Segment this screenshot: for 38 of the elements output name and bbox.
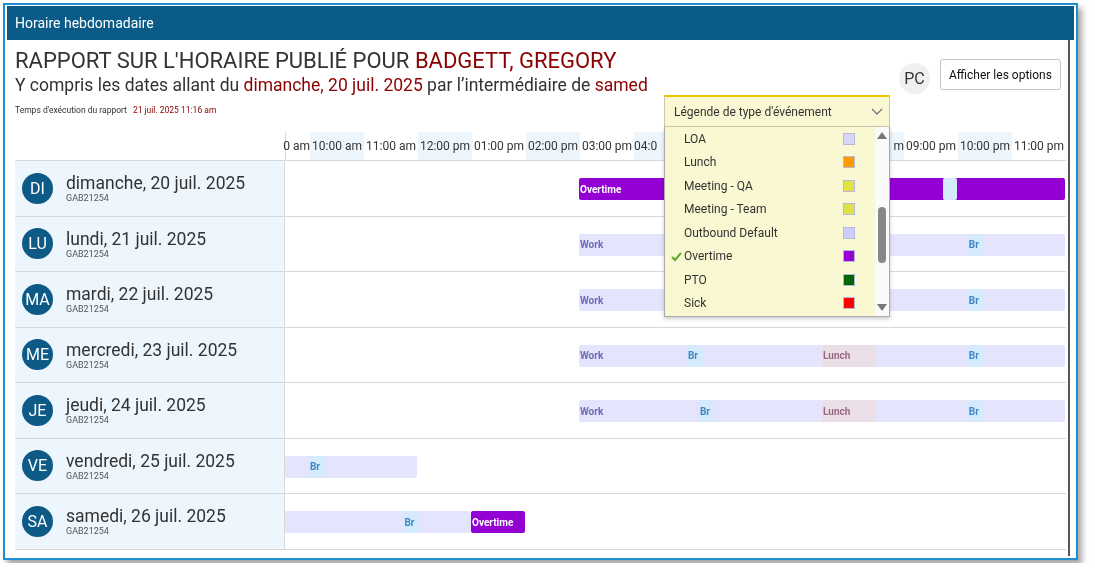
day-avatar: LU <box>22 228 53 260</box>
day-avatar: SA <box>22 505 53 537</box>
day-avatar: ME <box>22 339 53 371</box>
hour-label: 02:00 pm <box>527 139 579 153</box>
day-avatar: MA <box>22 283 53 315</box>
employee-code: GAB21254 <box>66 248 110 259</box>
hour-label: 10:00 pm <box>959 139 1011 153</box>
dropdown-label: Légende de type d'événement <box>674 104 832 119</box>
hour-label: 09:00 pm <box>905 139 957 153</box>
hour-label: 04:0 <box>634 139 658 153</box>
hour-label: 11:00 pm <box>1013 139 1065 153</box>
hour-label: 03:00 pm <box>581 139 633 153</box>
window-title: Horaire hebdomadaire <box>7 6 1074 40</box>
day-date: dimanche, 20 juil. 2025 <box>66 173 246 194</box>
employee-code: GAB21254 <box>66 359 110 370</box>
employee-code: GAB21254 <box>66 415 110 426</box>
hour-label: 0 am <box>283 139 310 153</box>
day-date: vendredi, 25 juil. 2025 <box>66 450 235 471</box>
employee-code: GAB21254 <box>66 526 110 537</box>
hour-label: 01:00 pm <box>473 139 525 153</box>
day-date: lundi, 21 juil. 2025 <box>66 228 207 249</box>
hour-label: m <box>893 139 904 153</box>
run-time-label: Temps d'exécution du rapport <box>15 105 127 115</box>
employee-code: GAB21254 <box>66 193 110 204</box>
hour-label: 12:00 pm <box>419 139 471 153</box>
hour-label: 11:00 am <box>366 139 416 153</box>
run-time-value: 21 juil. 2025 11:16 am <box>132 105 217 115</box>
day-avatar: VE <box>22 450 53 482</box>
day-date: samedi, 26 juil. 2025 <box>66 506 226 527</box>
hour-label: 10:00 am <box>312 139 362 153</box>
report-subtitle: Y compris les dates allant du dimanche, 20 juil. 2025 par l’intermédiaire de samed <box>15 74 648 96</box>
employee-code: GAB21254 <box>66 304 110 315</box>
day-avatar: JE <box>22 394 53 426</box>
day-date: mercredi, 23 juil. 2025 <box>66 339 238 360</box>
employee-code: GAB21254 <box>66 470 110 481</box>
day-date: jeudi, 24 juil. 2025 <box>66 395 206 416</box>
day-avatar: DI <box>22 172 53 204</box>
day-date: mardi, 22 juil. 2025 <box>66 284 214 305</box>
